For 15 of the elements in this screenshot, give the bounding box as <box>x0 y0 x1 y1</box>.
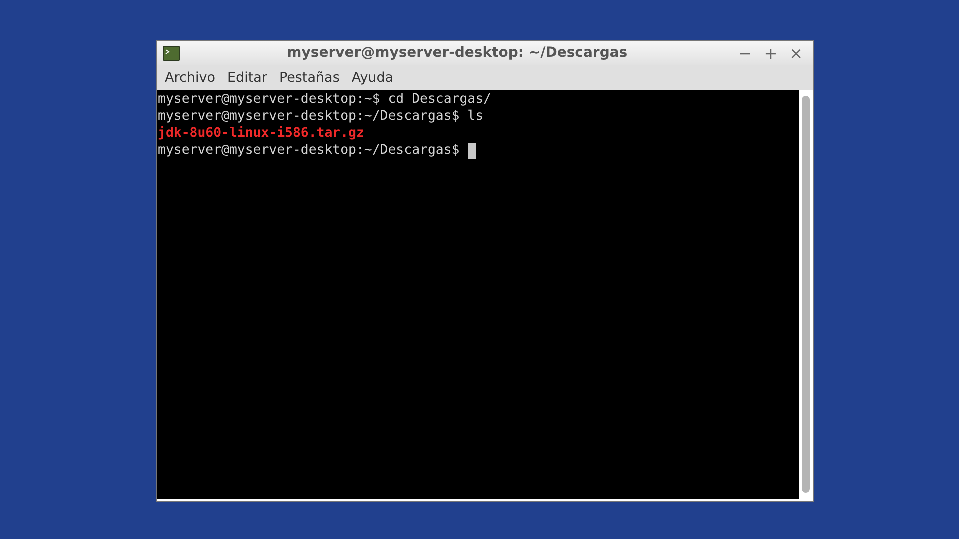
terminal-line: myserver@myserver-desktop:~/Descargas$ <box>158 142 461 159</box>
terminal-line: myserver@myserver-desktop:~/Descargas$ ls <box>158 108 484 125</box>
minimize-button[interactable]: − <box>734 44 756 62</box>
scrollbar-thumb[interactable] <box>802 96 810 493</box>
menu-item[interactable]: Pestañas <box>273 70 346 86</box>
menu-item[interactable]: Ayuda <box>346 70 400 86</box>
window-title: myserver@myserver-desktop: ~/Descargas <box>286 45 629 61</box>
close-button[interactable]: × <box>786 44 807 62</box>
terminal-area[interactable]: myserver@myserver-desktop:~$ cd Descargas/ myserver@myserver-desktop:~/Descargas$ ls jdk-8u60-linux-i586.tar.gz myserver@myserver-desktop:~/Descargas$ <box>157 90 799 499</box>
terminal-icon <box>163 46 180 60</box>
terminal-line: myserver@myserver-desktop:~$ cd Descargas/ <box>158 91 492 108</box>
menu-item[interactable]: Editar <box>221 70 274 86</box>
maximize-button[interactable]: + <box>760 44 782 62</box>
file-name: jdk-8u60-linux-i586.tar.gz <box>158 125 364 142</box>
menu-item[interactable]: Archivo <box>159 70 222 86</box>
